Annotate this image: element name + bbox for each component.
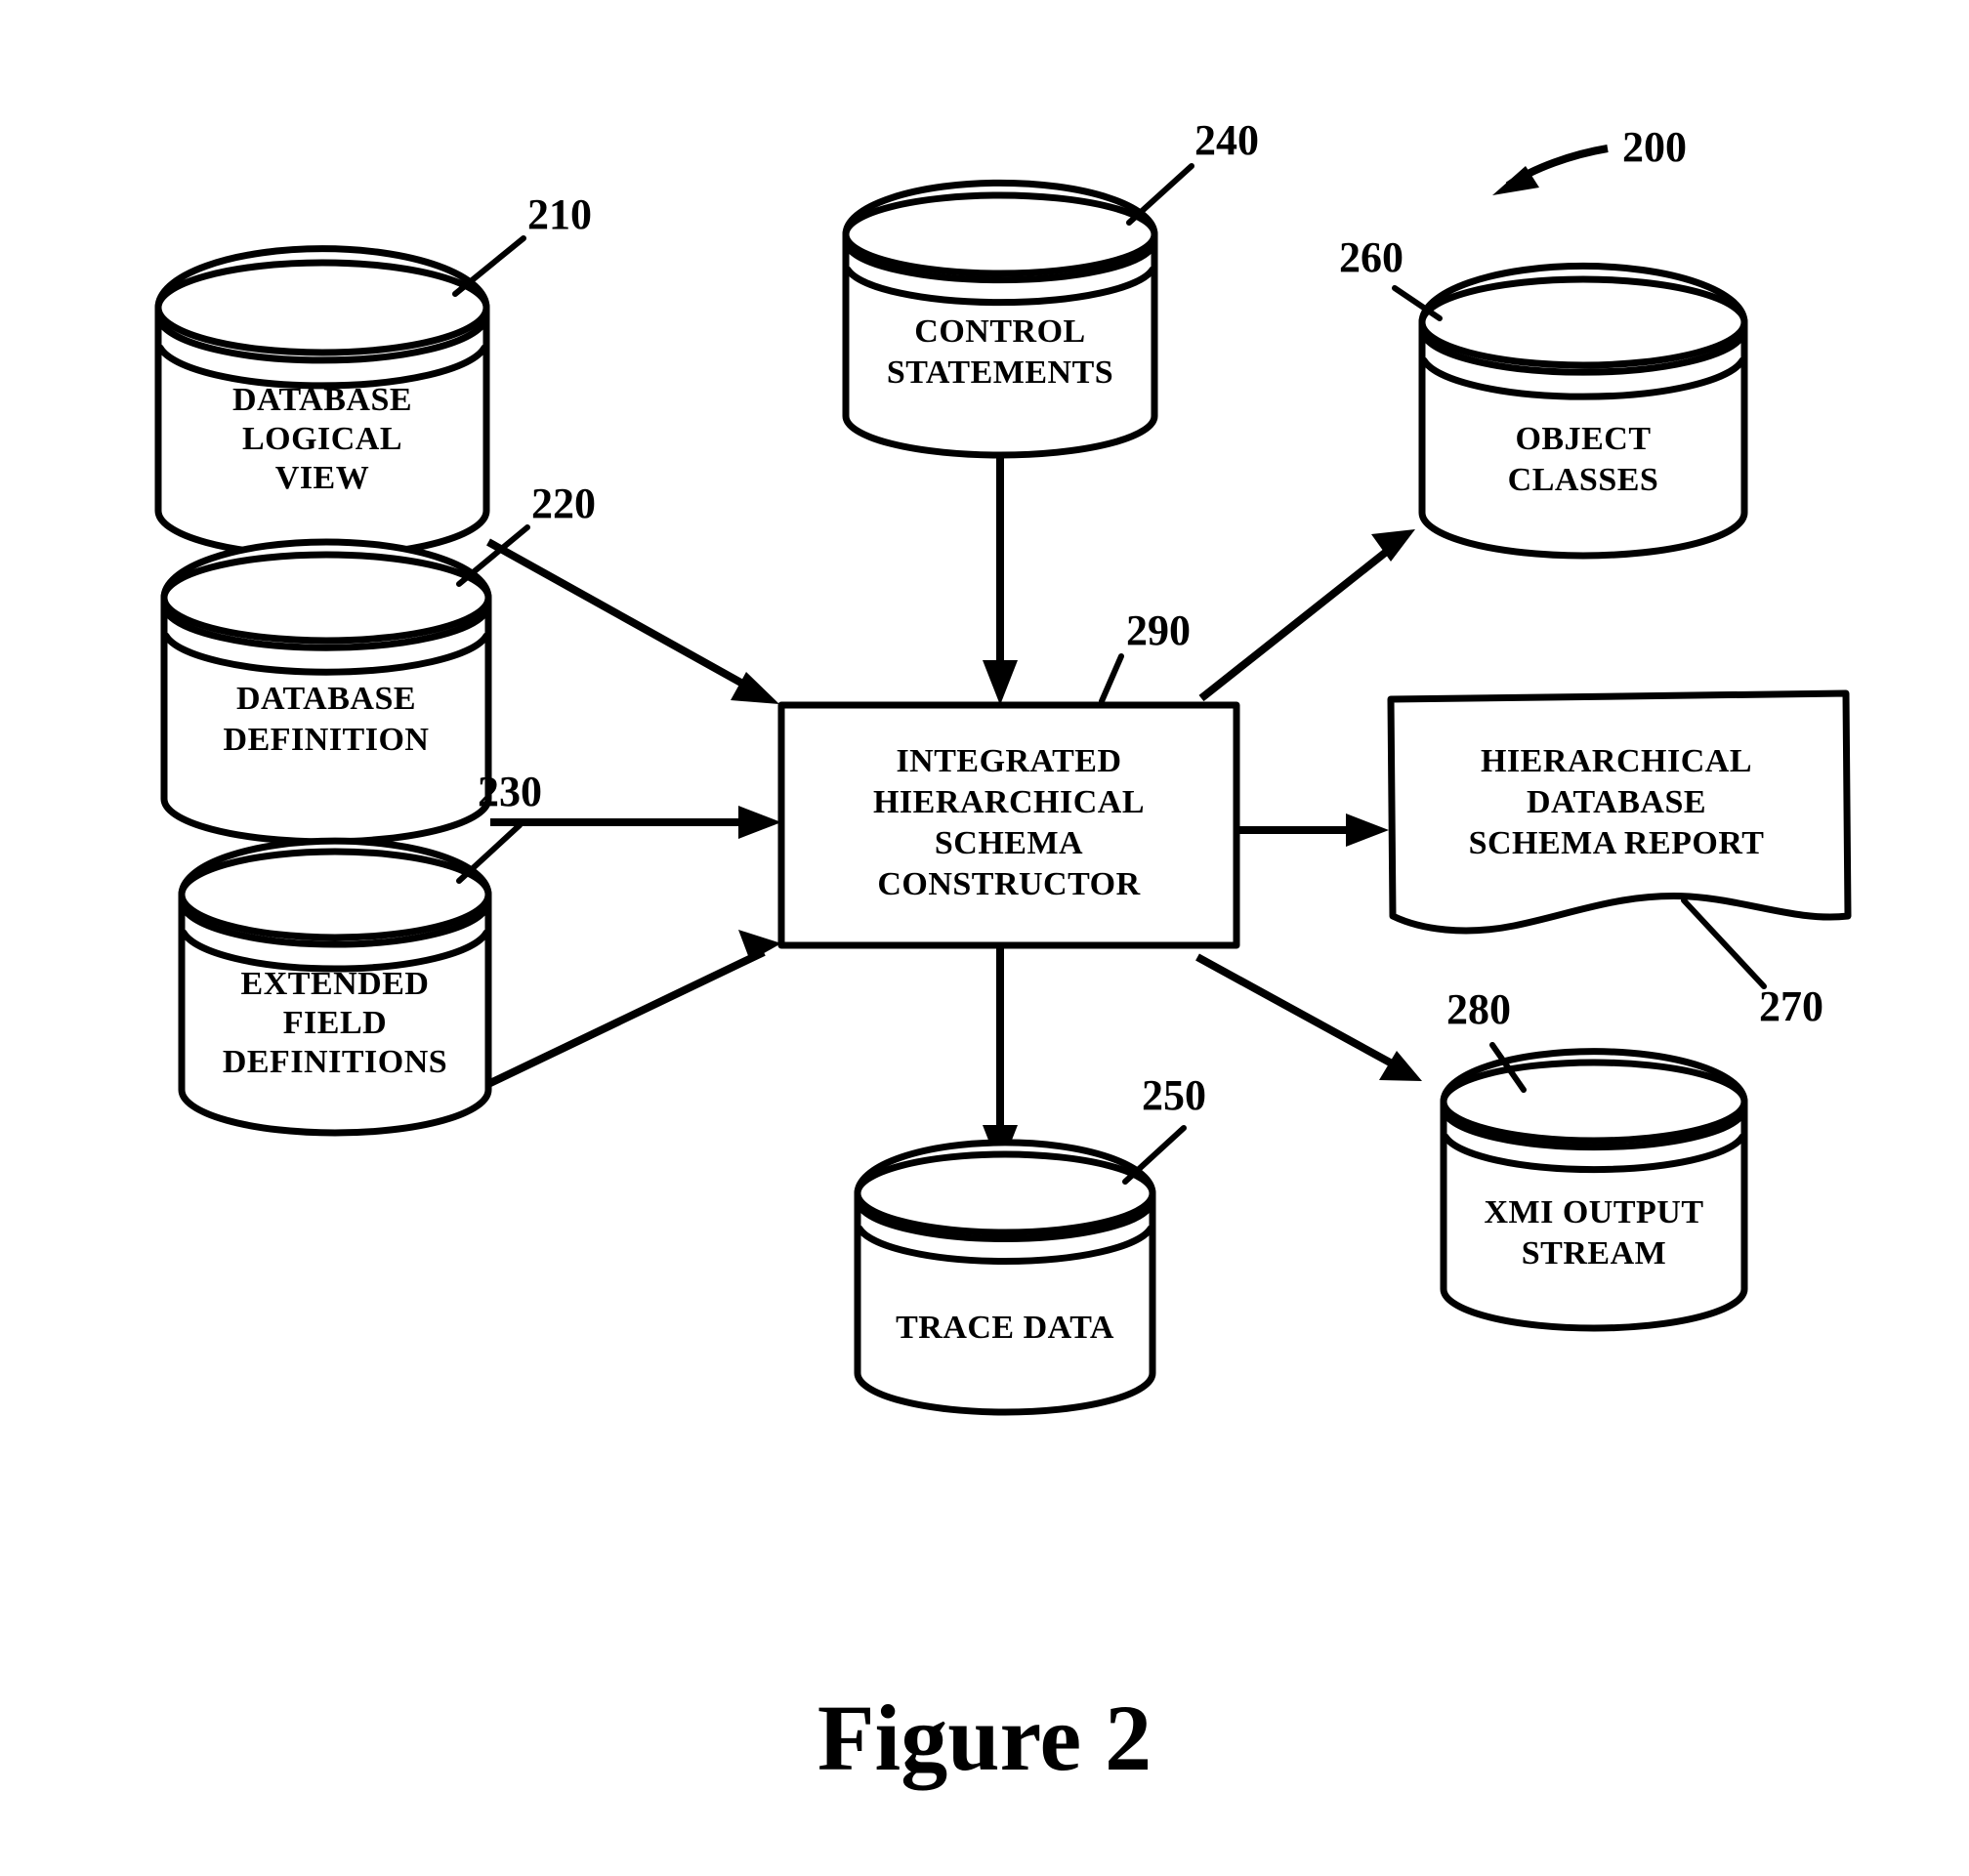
node-label-line: EXTENDED	[241, 966, 430, 1002]
node-label-line: XMI OUTPUT	[1484, 1194, 1703, 1230]
connector-constructor-to-xmi-output-stream	[1195, 953, 1422, 1081]
connector-constructor-to-object-classes	[1198, 529, 1415, 702]
node-label-line: OBJECT	[1515, 421, 1651, 457]
ref-270-callout: 270	[1681, 897, 1823, 1030]
ref-number: 240	[1194, 116, 1259, 164]
node-label-line: INTEGRATED	[896, 743, 1121, 779]
figure-caption: Figure 2	[817, 1686, 1152, 1790]
node-database-logical-view: DATABASE LOGICAL VIEW	[154, 245, 490, 560]
ref-number: 200	[1622, 123, 1687, 171]
ref-290-callout: 290	[1099, 606, 1191, 704]
ref-number: 280	[1446, 985, 1511, 1033]
node-label-line: CONTROL	[914, 313, 1085, 350]
node-label-line: DATABASE	[236, 681, 416, 717]
node-label-line: STATEMENTS	[887, 354, 1113, 391]
node-trace-data: TRACE DATA	[854, 1139, 1156, 1416]
ref-number: 270	[1759, 982, 1823, 1030]
ref-number: 260	[1339, 233, 1403, 281]
node-label-line: DEFINITION	[224, 722, 430, 758]
node-control-statements: CONTROL STATEMENTS	[842, 179, 1158, 459]
ref-260-callout: 260	[1339, 233, 1443, 321]
node-label-line: HIERARCHICAL	[873, 784, 1145, 820]
node-extended-field-definitions: EXTENDED FIELD DEFINITIONS	[178, 837, 492, 1137]
connector-control-statements-to-constructor	[983, 454, 1018, 705]
connector-logical-view-to-constructor	[486, 538, 779, 704]
node-label-line: TRACE DATA	[896, 1310, 1114, 1346]
ref-number: 220	[531, 479, 596, 527]
node-label-line: FIELD	[283, 1005, 387, 1041]
node-label-line: HIERARCHICAL	[1481, 743, 1752, 779]
node-label-line: DATABASE	[1527, 784, 1706, 820]
ref-number: 210	[527, 190, 592, 238]
node-label-line: STREAM	[1522, 1235, 1666, 1272]
connector-constructor-to-trace-data	[983, 945, 1018, 1170]
figure-2-diagram: DATABASE LOGICAL VIEW 210 DATABASE DEFIN…	[154, 116, 1852, 1790]
node-object-classes: OBJECT CLASSES	[1418, 262, 1748, 560]
node-label-line: SCHEMA REPORT	[1469, 825, 1765, 861]
ref-number: 250	[1142, 1071, 1206, 1119]
node-label-line: DATABASE	[232, 382, 412, 418]
node-xmi-output-stream: XMI OUTPUT STREAM	[1440, 1048, 1748, 1332]
connector-constructor-to-report	[1236, 813, 1389, 847]
connector-extended-field-definitions-to-constructor	[486, 930, 781, 1088]
node-label-line: LOGICAL	[242, 421, 402, 457]
ref-210-callout: 210	[452, 190, 592, 297]
node-hierarchical-database-schema-report: HIERARCHICAL DATABASE SCHEMA REPORT	[1387, 689, 1852, 935]
node-label-line: DEFINITIONS	[223, 1044, 447, 1080]
node-database-definition: DATABASE DEFINITION	[160, 538, 492, 846]
ref-number: 230	[478, 768, 542, 815]
patent-figure-page: DATABASE LOGICAL VIEW 210 DATABASE DEFIN…	[0, 0, 1969, 1876]
node-label-line: CLASSES	[1508, 462, 1659, 498]
ref-250-callout: 250	[1122, 1071, 1206, 1185]
node-label-line: SCHEMA	[935, 825, 1083, 861]
ref-200-system-callout: 200	[1492, 123, 1687, 195]
node-integrated-hierarchical-schema-constructor: INTEGRATED HIERARCHICAL SCHEMA CONSTRUCT…	[777, 701, 1240, 949]
node-label-line: CONSTRUCTOR	[877, 866, 1140, 902]
ref-number: 290	[1126, 606, 1191, 654]
node-label-line: VIEW	[275, 460, 369, 496]
ref-240-callout: 240	[1126, 116, 1259, 226]
